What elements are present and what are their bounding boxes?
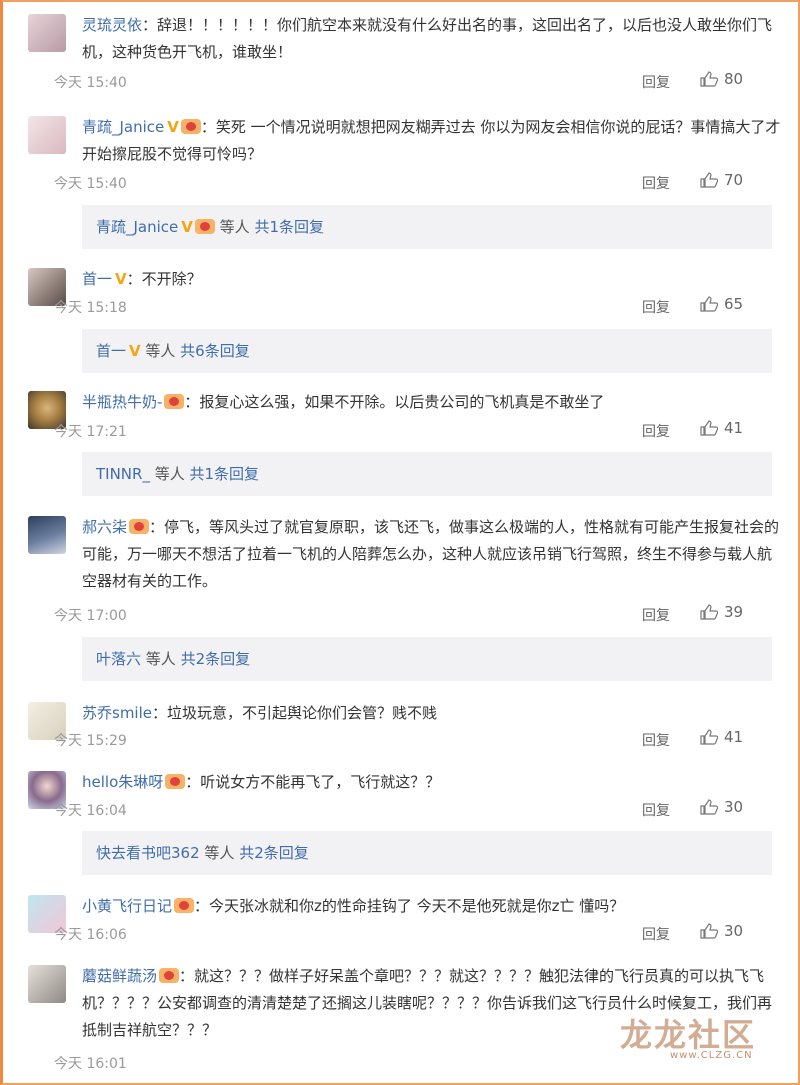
- comment-text: 灵琉灵依：辞退！！！！！！你们航空本来就没有什么好出名的事，这回出名了，以后也没…: [82, 16, 773, 61]
- timestamp: 今天 16:01: [54, 1056, 127, 1072]
- like-count: 65: [724, 295, 744, 313]
- timestamp: 今天 17:21: [54, 424, 127, 440]
- timestamp: 今天 15:40: [54, 176, 127, 192]
- username[interactable]: 小黄飞行日记: [82, 897, 172, 915]
- avatar[interactable]: [28, 116, 66, 154]
- fan-badge-icon: [174, 898, 195, 913]
- like-button[interactable]: 30: [700, 798, 743, 816]
- more-replies-link[interactable]: 共1条回复: [190, 465, 260, 483]
- timestamp: 今天 16:06: [54, 927, 127, 943]
- username[interactable]: 郝六柒: [82, 518, 127, 536]
- username[interactable]: hello朱琳呀: [82, 773, 163, 791]
- like-count: 41: [724, 419, 744, 437]
- sub-reply-box[interactable]: 叶落六 等人 共2条回复: [82, 637, 772, 681]
- username[interactable]: 半瓶热牛奶-: [82, 393, 162, 411]
- comment-text: 青疏_Janice V ：笑死 一个情况说明就想把网友糊弄过去 你以为网友会相信你说…: [82, 114, 782, 168]
- timestamp: 今天 15:29: [54, 733, 127, 749]
- like-count: 30: [724, 922, 744, 940]
- like-button[interactable]: 65: [700, 295, 743, 313]
- reply-button[interactable]: 回复: [642, 730, 670, 750]
- like-count: 41: [724, 728, 744, 746]
- verified-v-icon: V: [181, 218, 193, 236]
- sub-reply-box[interactable]: 首一 V 等人 共6条回复: [82, 329, 772, 373]
- like-button[interactable]: 39: [700, 603, 743, 621]
- sub-reply-box[interactable]: TINNR_ 等人 共1条回复: [82, 452, 772, 496]
- fan-badge-icon: [164, 394, 185, 409]
- username[interactable]: 苏乔smile: [82, 704, 152, 722]
- fan-badge-icon: [159, 968, 180, 983]
- reply-button[interactable]: 回复: [642, 421, 670, 441]
- avatar[interactable]: [28, 14, 66, 52]
- verified-v-icon: V: [115, 270, 127, 288]
- watermark-url: www.CLZG.CN: [670, 1050, 753, 1061]
- avatar[interactable]: [28, 965, 66, 1003]
- timestamp: 今天 15:40: [54, 75, 127, 91]
- more-replies-link[interactable]: 共1条回复: [254, 218, 324, 236]
- reply-button[interactable]: 回复: [642, 72, 670, 92]
- timestamp: 今天 15:18: [54, 300, 127, 316]
- verified-v-icon: V: [129, 342, 141, 360]
- timestamp: 今天 17:00: [54, 608, 127, 624]
- like-count: 80: [724, 70, 744, 88]
- comment-text: hello朱琳呀 ：听说女方不能再飞了，飞行就这？？: [82, 773, 441, 791]
- fan-badge-icon: [129, 519, 150, 534]
- sub-reply-box[interactable]: 青疏_Janice V 等人 共1条回复: [82, 205, 772, 249]
- sub-reply-user[interactable]: 青疏_Janice: [96, 218, 178, 236]
- sub-reply-user[interactable]: 叶落六: [96, 650, 141, 668]
- fan-badge-icon: [194, 219, 215, 234]
- sub-reply-user[interactable]: TINNR_: [96, 465, 150, 483]
- thumbs-up-icon: [700, 604, 718, 620]
- thumbs-up-icon: [700, 71, 718, 87]
- like-button[interactable]: 80: [700, 70, 743, 88]
- username[interactable]: 灵琉灵依: [82, 16, 142, 34]
- comment-text: 郝六柒 ：停飞，等风头过了就官复原职，该飞还飞，做事这么极端的人，性格就有可能产生…: [82, 518, 780, 590]
- thumbs-up-icon: [700, 420, 718, 436]
- reply-button[interactable]: 回复: [642, 173, 670, 193]
- username[interactable]: 首一: [82, 270, 112, 288]
- fan-badge-icon: [165, 774, 186, 789]
- comment-text: 首一 V：不开除？: [82, 266, 782, 293]
- timestamp: 今天 16:04: [54, 803, 127, 819]
- sub-reply-user[interactable]: 首一: [96, 342, 126, 360]
- sub-reply-box[interactable]: 快去看书吧362 等人 共2条回复: [82, 831, 772, 875]
- thumbs-up-icon: [700, 799, 718, 815]
- comment-text: 半瓶热牛奶- ：报复心这么强，如果不开除。以后贵公司的飞机真是不敢坐了: [82, 393, 605, 411]
- like-button[interactable]: 41: [700, 728, 743, 746]
- username[interactable]: 青疏_Janice: [82, 118, 164, 136]
- more-replies-link[interactable]: 共2条回复: [181, 650, 251, 668]
- more-replies-link[interactable]: 共6条回复: [180, 342, 250, 360]
- reply-button[interactable]: 回复: [642, 800, 670, 820]
- fan-badge-icon: [180, 119, 201, 134]
- thumbs-up-icon: [700, 172, 718, 188]
- reply-button[interactable]: 回复: [642, 605, 670, 625]
- avatar[interactable]: [28, 516, 66, 554]
- sub-reply-user[interactable]: 快去看书吧362: [96, 844, 200, 862]
- verified-v-icon: V: [167, 118, 179, 136]
- thumbs-up-icon: [700, 296, 718, 312]
- reply-button[interactable]: 回复: [642, 297, 670, 317]
- like-count: 70: [724, 171, 744, 189]
- reply-button[interactable]: 回复: [642, 924, 670, 944]
- like-button[interactable]: 70: [700, 171, 743, 189]
- like-button[interactable]: 30: [700, 922, 743, 940]
- like-button[interactable]: 41: [700, 419, 743, 437]
- comment-text: 小黄飞行日记 ：今天张冰就和你𝗓的性命挂钩了 今天不是他死就是你𝗓亡 懂吗？: [82, 897, 625, 915]
- like-count: 30: [724, 798, 744, 816]
- thumbs-up-icon: [700, 923, 718, 939]
- more-replies-link[interactable]: 共2条回复: [239, 844, 309, 862]
- thumbs-up-icon: [700, 729, 718, 745]
- like-count: 39: [724, 603, 744, 621]
- username[interactable]: 蘑菇鲜蔬汤: [82, 967, 157, 985]
- comment-text: 苏乔smile：垃圾玩意，不引起舆论你们会管？贱不贱: [82, 704, 438, 722]
